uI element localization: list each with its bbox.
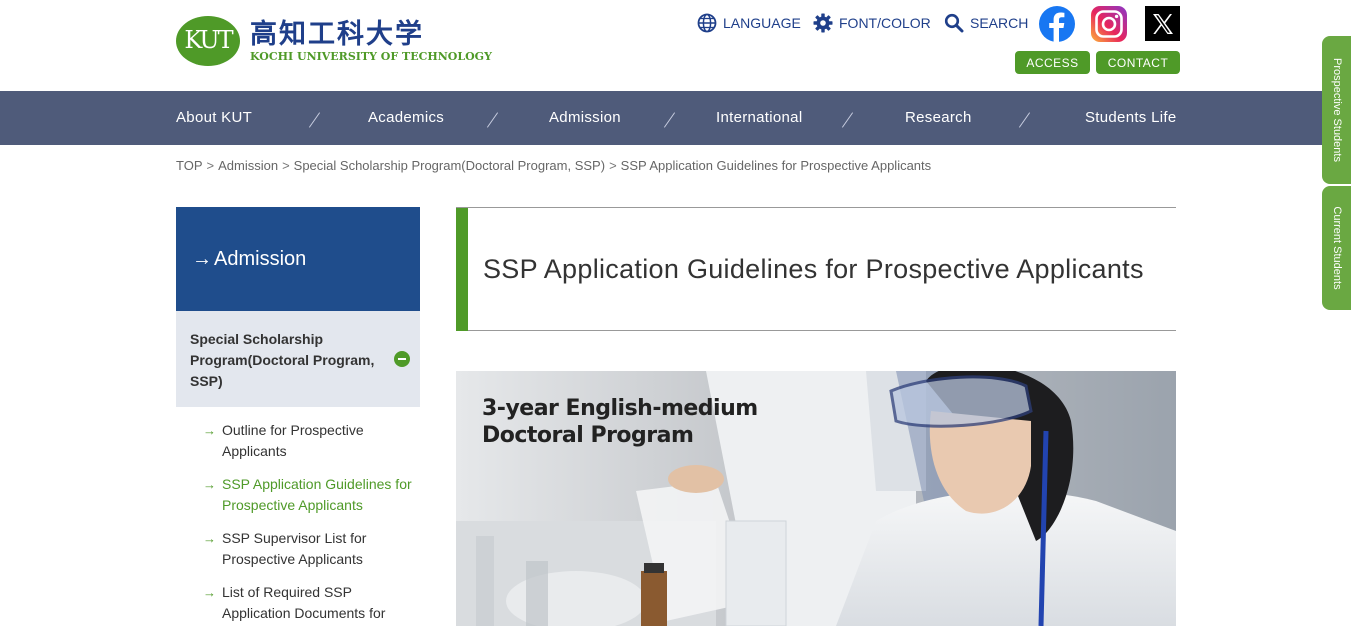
instagram-icon[interactable] bbox=[1091, 6, 1127, 42]
site-logo[interactable]: KUT 高知工科大学 KOCHI UNIVERSITY OF TECHNOLOG… bbox=[176, 16, 492, 66]
logo-text: 高知工科大学 KOCHI UNIVERSITY OF TECHNOLOGY bbox=[250, 18, 492, 63]
nav-item-academics[interactable]: Academics bbox=[368, 91, 444, 145]
sidebar-link-supervisor-list[interactable]: → SSP Supervisor List for Prospective Ap… bbox=[203, 528, 418, 570]
sidebar-link-label: Outline for Prospective Applicants bbox=[222, 422, 364, 459]
x-icon[interactable] bbox=[1145, 6, 1180, 41]
nav-item-about-kut[interactable]: About KUT bbox=[176, 91, 252, 145]
language-link[interactable]: LANGUAGE bbox=[697, 13, 801, 33]
nav-separator bbox=[1018, 112, 1031, 128]
font-color-link[interactable]: FONT/COLOR bbox=[813, 13, 931, 33]
sidebar-heading-label: Admission bbox=[214, 247, 307, 270]
nav-separator bbox=[663, 112, 676, 128]
breadcrumb-separator: > bbox=[206, 158, 215, 173]
breadcrumb-top[interactable]: TOP bbox=[176, 158, 203, 173]
site-header: KUT 高知工科大学 KOCHI UNIVERSITY OF TECHNOLOG… bbox=[0, 0, 1351, 91]
logo-mark-text: KUT bbox=[184, 26, 233, 54]
globe-icon bbox=[697, 13, 717, 33]
breadcrumb-current: SSP Application Guidelines for Prospecti… bbox=[620, 158, 932, 173]
hero-caption-line1: 3-year English-medium bbox=[482, 396, 758, 421]
prospective-students-tab[interactable]: Prospective Students bbox=[1322, 36, 1351, 184]
access-button[interactable]: ACCESS bbox=[1015, 51, 1090, 74]
sidebar-link-guidelines[interactable]: → SSP Application Guidelines for Prospec… bbox=[203, 474, 418, 516]
logo-mark: KUT bbox=[176, 16, 240, 66]
x-logo-glyph bbox=[1152, 13, 1173, 34]
sidebar-section-label: Special Scholarship Program(Doctoral Pro… bbox=[190, 331, 375, 389]
sidebar-link-outline[interactable]: → Outline for Prospective Applicants bbox=[203, 420, 418, 462]
nav-item-research[interactable]: Research bbox=[905, 91, 972, 145]
contact-button[interactable]: CONTACT bbox=[1096, 51, 1180, 74]
breadcrumb-separator: > bbox=[282, 158, 290, 173]
arrow-right-icon: → bbox=[203, 531, 216, 546]
sidebar-heading[interactable]: → Admission bbox=[176, 207, 420, 311]
facebook-icon[interactable] bbox=[1039, 6, 1075, 42]
sidebar-section[interactable]: Special Scholarship Program(Doctoral Pro… bbox=[176, 311, 420, 407]
font-color-label: FONT/COLOR bbox=[839, 15, 931, 31]
breadcrumb-ssp[interactable]: Special Scholarship Program(Doctoral Pro… bbox=[294, 158, 605, 173]
hero-image: 3-year English-medium Doctoral Program bbox=[456, 371, 1176, 626]
arrow-right-icon: → bbox=[203, 585, 216, 600]
collapse-minus-icon[interactable] bbox=[394, 351, 410, 367]
arrow-right-icon: → bbox=[203, 477, 216, 492]
sidebar-link-label: SSP Application Guidelines for Prospecti… bbox=[222, 476, 412, 513]
page-title: SSP Application Guidelines for Prospecti… bbox=[483, 254, 1144, 284]
search-icon bbox=[944, 13, 964, 33]
page-title-box: SSP Application Guidelines for Prospecti… bbox=[456, 207, 1176, 331]
nav-item-international[interactable]: International bbox=[716, 91, 802, 145]
prospective-students-label: Prospective Students bbox=[1330, 58, 1343, 162]
current-students-tab[interactable]: Current Students bbox=[1322, 186, 1351, 310]
language-label: LANGUAGE bbox=[723, 15, 801, 31]
breadcrumb-admission[interactable]: Admission bbox=[218, 158, 278, 173]
arrow-right-icon: → bbox=[192, 247, 212, 270]
logo-japanese-name: 高知工科大学 bbox=[250, 18, 424, 50]
breadcrumb: TOP > Admission > Special Scholarship Pr… bbox=[176, 158, 931, 173]
global-nav: About KUT Academics Admission Internatio… bbox=[0, 91, 1351, 145]
nav-separator bbox=[486, 112, 499, 128]
sidebar-link-required-documents[interactable]: → List of Required SSP Application Docum… bbox=[203, 582, 418, 626]
nav-separator bbox=[841, 112, 854, 128]
title-accent-bar bbox=[456, 208, 468, 331]
sidebar-link-label: List of Required SSP Application Documen… bbox=[222, 584, 386, 621]
logo-english-name: KOCHI UNIVERSITY OF TECHNOLOGY bbox=[250, 49, 492, 63]
gear-icon bbox=[813, 13, 833, 33]
nav-item-students-life[interactable]: Students Life bbox=[1085, 91, 1176, 145]
nav-item-admission[interactable]: Admission bbox=[549, 91, 621, 145]
nav-separator bbox=[308, 112, 321, 128]
search-link[interactable]: SEARCH bbox=[944, 13, 1028, 33]
hero-caption-line2: Doctoral Program bbox=[482, 423, 694, 448]
arrow-right-icon: → bbox=[203, 423, 216, 438]
current-students-label: Current Students bbox=[1330, 206, 1343, 290]
search-label: SEARCH bbox=[970, 15, 1029, 31]
breadcrumb-separator: > bbox=[609, 158, 617, 173]
sidebar-link-label: SSP Supervisor List for Prospective Appl… bbox=[222, 530, 367, 567]
hero-caption: 3-year English-medium Doctoral Program bbox=[482, 395, 758, 449]
